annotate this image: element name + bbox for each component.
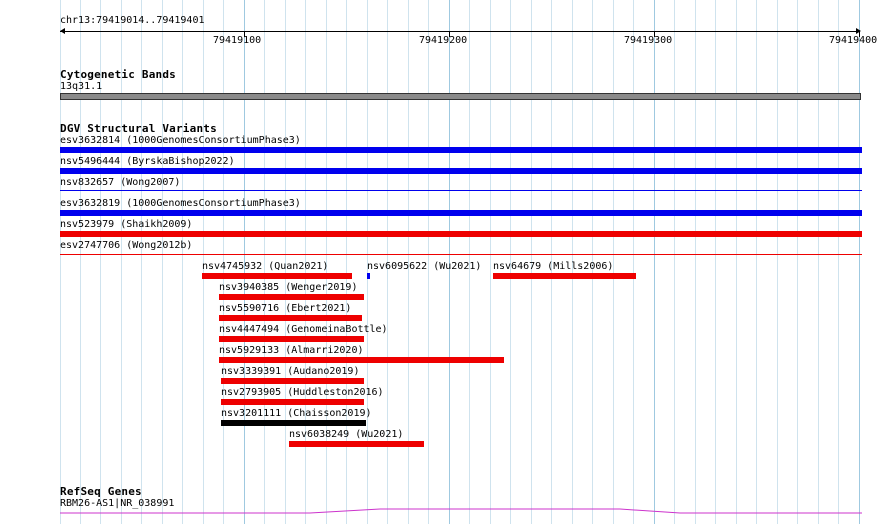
track-title[interactable]: Cytogenetic Bands	[60, 68, 176, 81]
variant-label: esv3632814 (1000GenomesConsortiumPhase3)	[60, 135, 301, 146]
variant-label: nsv4745932 (Quan2021)	[202, 261, 329, 272]
variant-label: esv2747706 (Wong2012b)	[60, 240, 193, 251]
band-label: 13q31.1	[60, 81, 103, 92]
variant-complex-bar[interactable]	[221, 420, 366, 426]
variant-label: nsv832657 (Wong2007)	[60, 177, 181, 188]
variant-loss-bar[interactable]	[219, 315, 362, 321]
ruler-tick-label: 79419400	[829, 35, 878, 46]
variant-loss-bar[interactable]	[219, 336, 364, 342]
variant-label: nsv2793905 (Huddleston2016)	[221, 387, 384, 398]
region-label: chr13:79419014..79419401	[60, 15, 205, 26]
variant-loss-bar[interactable]	[202, 273, 352, 279]
variant-label: nsv5496444 (ByrskaBishop2022)	[60, 156, 235, 167]
variant-loss-bar[interactable]	[221, 378, 364, 384]
variant-gain-bar[interactable]	[367, 273, 370, 279]
variant-loss-bar[interactable]	[289, 441, 424, 447]
variant-label: nsv5590716 (Ebert2021)	[219, 303, 352, 314]
variant-loss-bar[interactable]	[60, 231, 862, 237]
variant-loss-bar[interactable]	[219, 357, 504, 363]
variant-loss-bar[interactable]	[219, 294, 364, 300]
variant-gain-line[interactable]	[60, 190, 862, 191]
variant-label: nsv6095622 (Wu2021)	[367, 261, 482, 272]
variant-label: nsv6038249 (Wu2021)	[289, 429, 404, 440]
gene-intron-line[interactable]	[60, 506, 862, 518]
variant-gain-bar[interactable]	[60, 147, 862, 153]
ruler-left-arrow	[60, 28, 65, 34]
variant-label: nsv64679 (Mills2006)	[493, 261, 614, 272]
variant-label: esv3632819 (1000GenomesConsortiumPhase3)	[60, 198, 301, 209]
variant-label: nsv3201111 (Chaisson2019)	[221, 408, 372, 419]
variant-label: nsv523979 (Shaikh2009)	[60, 219, 193, 230]
cytoband-bar[interactable]	[60, 93, 861, 100]
track-title[interactable]: RefSeq Genes	[60, 485, 142, 498]
variant-loss-bar[interactable]	[493, 273, 636, 279]
variant-label: nsv3339391 (Audano2019)	[221, 366, 360, 377]
variant-loss-line[interactable]	[60, 254, 862, 255]
variant-gain-bar[interactable]	[60, 210, 862, 216]
ruler-tick-label: 79419200	[419, 35, 468, 46]
variant-label: nsv5929133 (Almarri2020)	[219, 345, 364, 356]
variant-label: nsv4447494 (GenomeinaBottle)	[219, 324, 388, 335]
variant-loss-bar[interactable]	[221, 399, 364, 405]
track-title[interactable]: DGV Structural Variants	[60, 122, 217, 135]
variant-gain-bar[interactable]	[60, 168, 862, 174]
ruler-axis-line	[60, 31, 860, 32]
variant-label: nsv3940385 (Wenger2019)	[219, 282, 358, 293]
ruler-tick-label: 79419300	[624, 35, 673, 46]
ruler-tick-label: 79419100	[213, 35, 262, 46]
